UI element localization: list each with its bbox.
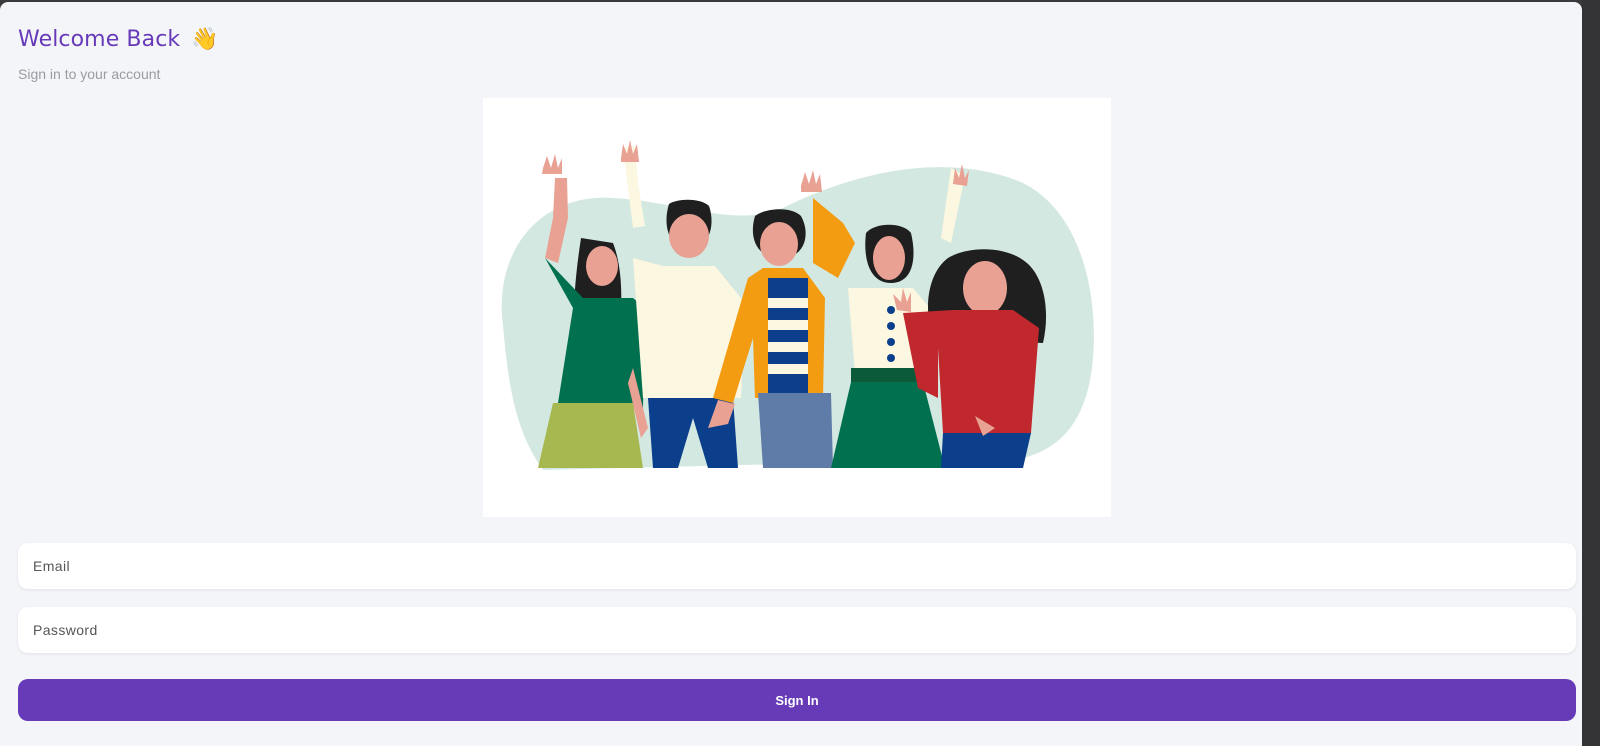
sign-in-button[interactable]: Sign In [18,679,1576,721]
email-input[interactable] [31,557,1563,575]
waving-people-illustration [483,98,1111,517]
password-input[interactable] [31,621,1563,639]
login-screen: Welcome Back 👋 Sign in to your account E… [0,2,1582,746]
waving-hand-icon: 👋 [191,27,219,52]
title-text: Welcome Back [18,27,181,52]
page-title: Welcome Back 👋 [18,27,219,52]
page-subtitle: Sign in to your account [18,66,161,82]
password-field[interactable] [18,607,1576,653]
window-edge [1582,0,1600,746]
email-field[interactable] [18,543,1576,589]
